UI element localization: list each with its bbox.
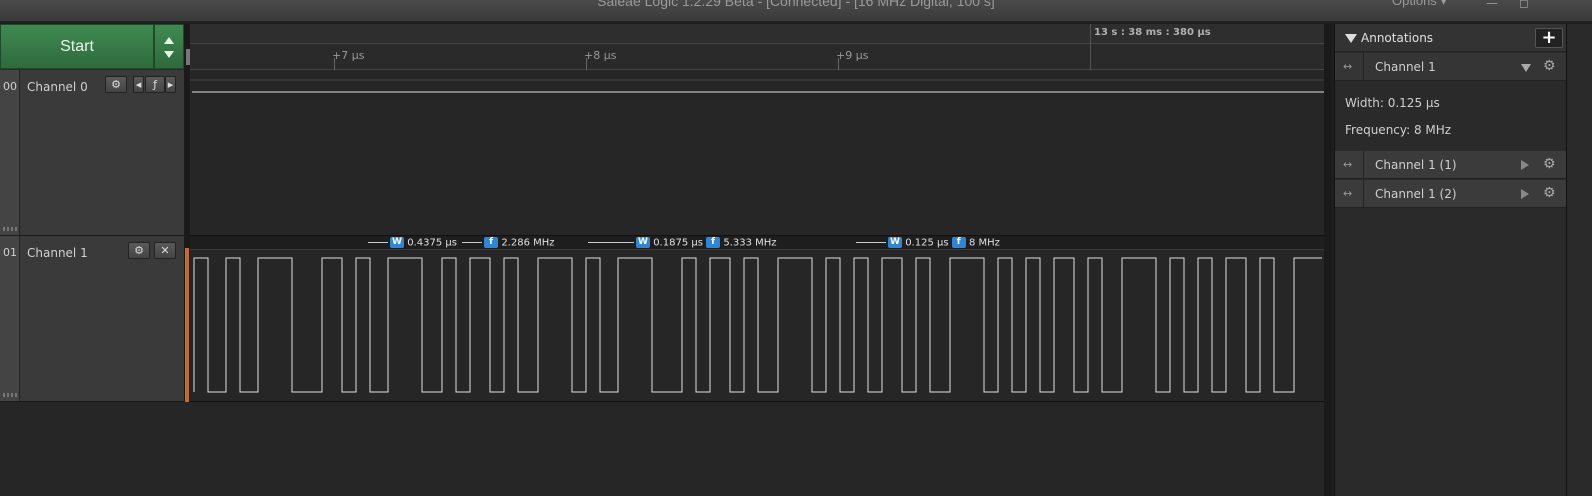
arrow-up-icon (164, 37, 174, 44)
maximize-icon[interactable]: ◻ (1510, 0, 1538, 10)
start-button[interactable]: Start (0, 24, 154, 69)
time-ruler[interactable]: +7 μs +8 μs +9 μs (190, 44, 1324, 70)
row-separator (1363, 151, 1364, 179)
trigger-edge-icon[interactable]: ƒ (145, 76, 165, 93)
panel-edge (1566, 24, 1592, 496)
close-icon[interactable]: ✕ (154, 242, 176, 259)
window-title: Saleae Logic 1.2.29 Beta - [Connected] -… (597, 0, 995, 9)
annotations-title: Annotations (1361, 31, 1434, 45)
tick-mark (586, 58, 587, 70)
annotations-header[interactable]: Annotations + (1335, 24, 1567, 52)
readout-divider (1090, 24, 1091, 44)
timeline-header: 13 s : 38 ms : 380 μs (190, 24, 1324, 44)
drag-handle-icon[interactable] (3, 393, 17, 397)
annotation-label: Channel 1 (1375, 60, 1436, 74)
tick-label: +8 μs (584, 49, 617, 62)
vertical-scrollbar[interactable] (1324, 24, 1332, 496)
trigger-marker (185, 248, 189, 402)
annotation-label: Channel 1 (2) (1375, 187, 1457, 201)
channel-1-waveform[interactable]: W 0.4375 μs f 2.286 MHz W 0.1875 μs f 5.… (190, 236, 1324, 402)
tick-label: +9 μs (836, 49, 869, 62)
minimize-icon[interactable]: — (1478, 0, 1506, 10)
expand-icon[interactable] (1521, 64, 1531, 72)
annotation-item-2[interactable]: ↔ Channel 1 (2) ⚙ (1335, 180, 1567, 208)
channel-row-0[interactable]: 00 Channel 0 ⚙ ◂ ƒ ▸ (0, 70, 184, 236)
channel-row-1[interactable]: 01 Channel 1 ⚙ ✕ (0, 236, 184, 402)
drag-handle-icon[interactable] (3, 227, 17, 231)
channel-number: 01 (0, 236, 20, 401)
tick-mark (1090, 44, 1091, 70)
add-annotation-button[interactable]: + (1535, 28, 1563, 48)
timing-arrow-icon: ↔ (1343, 158, 1353, 171)
row-separator (1363, 180, 1364, 208)
annotation-width: Width: 0.125 μs (1345, 96, 1440, 110)
gear-icon[interactable]: ⚙ (1543, 58, 1556, 74)
waveform-area[interactable]: W 0.4375 μs f 2.286 MHz W 0.1875 μs f 5.… (190, 70, 1324, 402)
row-separator (1363, 53, 1364, 81)
channel-number: 00 (0, 70, 20, 235)
options-menu[interactable]: Options ▾ (1392, 0, 1447, 9)
next-edge-icon[interactable]: ▸ (165, 76, 176, 93)
title-bar: Saleae Logic 1.2.29 Beta - [Connected] -… (0, 0, 1592, 22)
channel-name[interactable]: Channel 0 (27, 80, 88, 94)
time-readout: 13 s : 38 ms : 380 μs (1094, 27, 1211, 38)
tick-mark (838, 58, 839, 70)
empty-channel-area (0, 402, 1324, 496)
capture-settings-button[interactable] (154, 24, 184, 69)
gear-icon[interactable]: ⚙ (1543, 156, 1556, 172)
prev-edge-icon[interactable]: ◂ (133, 76, 144, 93)
channel-0-signal (190, 79, 1324, 93)
tick-mark (334, 58, 335, 70)
annotations-panel: Annotations + ↔ Channel 1 ⚙ Width: 0.125… (1334, 24, 1567, 496)
expand-icon[interactable] (1521, 189, 1529, 199)
channel-0-waveform[interactable] (190, 70, 1324, 236)
annotation-item-1[interactable]: ↔ Channel 1 (1) ⚙ (1335, 151, 1567, 179)
annotation-frequency: Frequency: 8 MHz (1345, 123, 1452, 137)
timing-arrow-icon: ↔ (1343, 187, 1353, 200)
channel-1-signal (193, 257, 1322, 393)
expand-icon[interactable] (1521, 160, 1529, 170)
annotation-item-0[interactable]: ↔ Channel 1 ⚙ (1335, 53, 1567, 81)
annotation-label: Channel 1 (1) (1375, 158, 1457, 172)
gear-icon[interactable]: ⚙ (1543, 185, 1556, 201)
gear-icon[interactable]: ⚙ (128, 242, 150, 259)
collapse-icon[interactable] (1345, 34, 1357, 43)
tick-label: +7 μs (332, 49, 365, 62)
timing-arrow-icon: ↔ (1343, 60, 1353, 73)
arrow-down-icon (164, 51, 174, 58)
ruler-left-handle[interactable] (186, 49, 190, 65)
channel-name[interactable]: Channel 1 (27, 246, 88, 260)
gear-icon[interactable]: ⚙ (105, 76, 127, 93)
